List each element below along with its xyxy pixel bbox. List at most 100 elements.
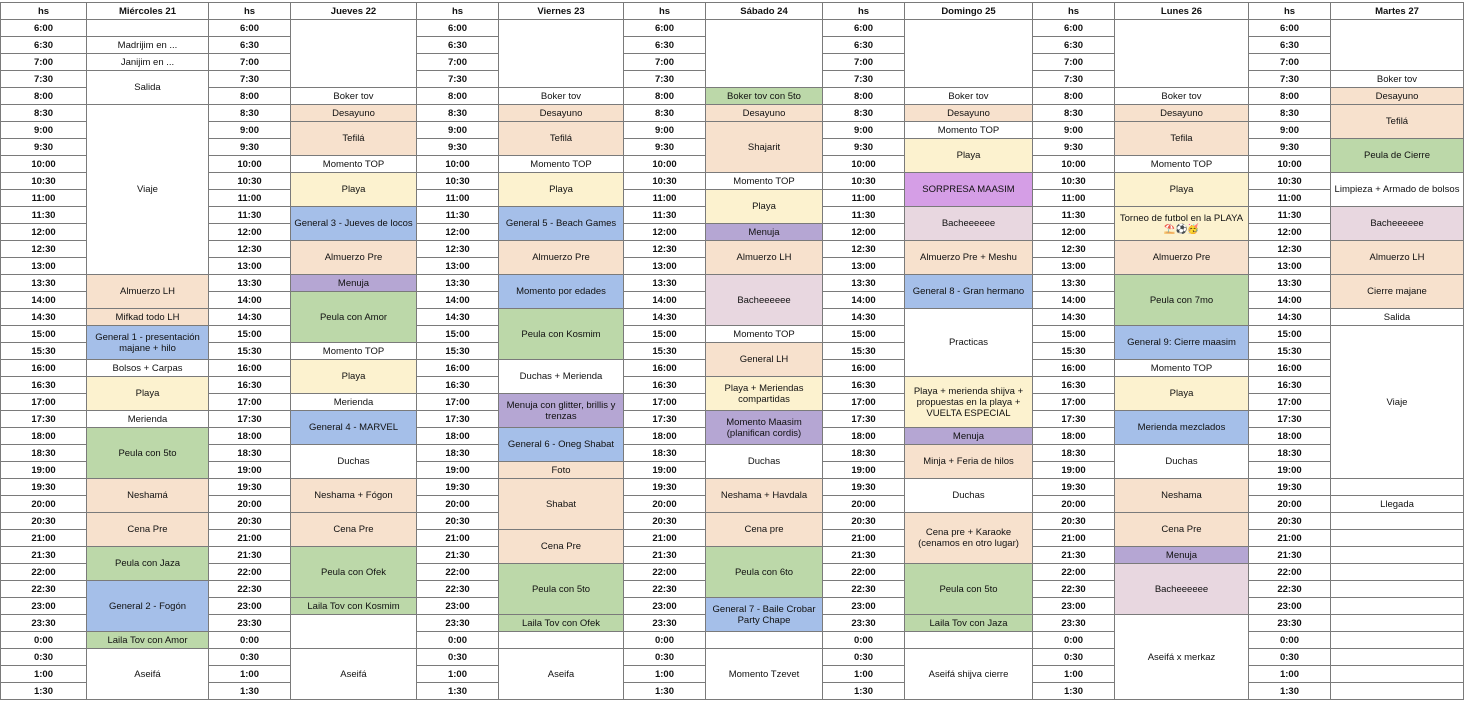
time-cell: 23:30 [822, 614, 905, 632]
time-cell: 21:30 [416, 546, 499, 564]
time-cell: 7:00 [1032, 53, 1115, 71]
empty-cell [498, 631, 624, 649]
time-cell: 19:30 [416, 478, 499, 496]
time-cell: 17:00 [623, 393, 706, 411]
time-cell: 20:00 [1032, 495, 1115, 513]
activity-cell: Torneo de futbol en la PLAYA⛱️⚽🥳 [1114, 206, 1249, 241]
activity-cell: General 2 - Fogón [86, 580, 209, 632]
time-cell: 21:00 [1248, 529, 1331, 547]
schedule-table: hs Miércoles 21 hs Jueves 22 hs Viernes 23 hs S… [0, 2, 1464, 700]
time-cell: 14:00 [1248, 291, 1331, 309]
time-cell: 22:30 [1248, 580, 1331, 598]
activity-cell: Merienda mezclados [1114, 410, 1249, 445]
activity-cell: Playa [290, 172, 417, 207]
time-cell: 23:00 [623, 597, 706, 615]
activity-cell: Desayuno [1114, 104, 1249, 122]
time-cell: 20:00 [1248, 495, 1331, 513]
activity-cell: General 1 - presentación majane + hilo [86, 325, 209, 360]
activity-cell: General 5 - Beach Games [498, 206, 624, 241]
time-slot-row: 8:30 Viaje 8:30 Desayuno 8:30 Desayuno 8:30 Des… [0, 104, 1464, 275]
time-cell: 19:00 [1032, 461, 1115, 479]
hour-column-header: hs [0, 2, 87, 20]
time-cell: 10:00 [0, 155, 87, 173]
time-cell: 14:00 [623, 291, 706, 309]
time-cell: 16:30 [208, 376, 291, 394]
time-slot-row: 17:30 Merienda 17:30 General 4 - MARVEL 17:3… [0, 410, 1464, 445]
time-cell: 23:30 [208, 614, 291, 632]
time-cell: 12:30 [416, 240, 499, 258]
time-cell: 7:30 [208, 70, 291, 88]
time-cell: 19:30 [208, 478, 291, 496]
time-cell: 13:00 [208, 257, 291, 275]
time-slot-row: 18:30 18:30 Duchas 18:30 18:30 Duchas 18:30 Min… [0, 444, 1464, 479]
empty-cell [705, 631, 823, 649]
time-cell: 17:30 [0, 410, 87, 428]
time-cell: 15:00 [416, 325, 499, 343]
time-slot-row: 10:30 10:30 Playa 10:30 Playa 10:30 Momento TO… [0, 172, 1464, 207]
activity-cell: Llegada [1330, 495, 1464, 513]
activity-cell: Momento por edades [498, 274, 624, 309]
time-cell: 13:00 [1248, 257, 1331, 275]
time-cell: 7:30 [0, 70, 87, 88]
time-cell: 1:30 [822, 682, 905, 700]
hour-column-header: hs [416, 2, 499, 20]
activity-cell: Tefilá [290, 121, 417, 156]
activity-cell: Momento Maasim (planifican cordis) [705, 410, 823, 445]
activity-cell: General LH [705, 342, 823, 377]
time-slot-row: 15:00 General 1 - presentación majane + h… [0, 325, 1464, 479]
activity-cell: Almuerzo LH [705, 240, 823, 275]
empty-cell [1330, 665, 1464, 683]
time-cell: 20:30 [1248, 512, 1331, 530]
time-cell: 19:30 [822, 478, 905, 496]
time-cell: 9:30 [623, 138, 706, 156]
time-cell: 0:00 [822, 631, 905, 649]
time-cell: 16:00 [1032, 359, 1115, 377]
time-cell: 8:00 [1032, 87, 1115, 105]
time-cell: 10:30 [822, 172, 905, 190]
activity-cell: Peula con Amor [290, 291, 417, 343]
empty-cell [1330, 19, 1464, 71]
time-cell: 12:30 [623, 240, 706, 258]
time-cell: 7:00 [822, 53, 905, 71]
time-cell: 9:30 [0, 138, 87, 156]
activity-cell: Duchas [1114, 444, 1249, 479]
time-cell: 15:30 [623, 342, 706, 360]
time-cell: 16:30 [822, 376, 905, 394]
time-cell: 14:00 [1032, 291, 1115, 309]
activity-cell: Boker tov [498, 87, 624, 105]
time-cell: 7:00 [623, 53, 706, 71]
time-cell: 17:30 [623, 410, 706, 428]
time-cell: 8:30 [1032, 104, 1115, 122]
activity-cell: Bacheeeeee [1330, 206, 1464, 241]
activity-cell: Almuerzo LH [86, 274, 209, 309]
time-cell: 20:30 [416, 512, 499, 530]
activity-cell: Shajarit [705, 121, 823, 173]
time-cell: 12:00 [623, 223, 706, 241]
activity-cell: Menuja [904, 427, 1033, 445]
time-cell: 21:30 [623, 546, 706, 564]
activity-cell: Almuerzo Pre [290, 240, 417, 275]
time-slot-row: 12:30 12:30 Almuerzo Pre 12:30 Almuerzo Pre 1… [0, 240, 1464, 275]
time-cell: 22:30 [0, 580, 87, 598]
time-cell: 15:30 [416, 342, 499, 360]
time-cell: 22:00 [1248, 563, 1331, 581]
activity-cell: Tefilá [498, 121, 624, 156]
time-cell: 11:00 [416, 189, 499, 207]
activity-cell: Playa + merienda shijva + propuestas en … [904, 376, 1033, 428]
time-cell: 9:00 [1032, 121, 1115, 139]
activity-cell: Desayuno [1330, 87, 1464, 105]
time-cell: 22:00 [1032, 563, 1115, 581]
time-cell: 7:30 [416, 70, 499, 88]
time-cell: 18:00 [1032, 427, 1115, 445]
activity-cell: Cena Pre [1114, 512, 1249, 547]
time-cell: 19:00 [0, 461, 87, 479]
time-cell: 19:00 [208, 461, 291, 479]
time-cell: 22:00 [822, 563, 905, 581]
activity-cell: Neshama + Fógon [290, 478, 417, 513]
time-cell: 15:00 [208, 325, 291, 343]
time-cell: 15:30 [1248, 342, 1331, 360]
time-cell: 8:30 [416, 104, 499, 122]
activity-cell: Playa [1114, 376, 1249, 411]
day-column-header: Lunes 26 [1114, 2, 1249, 20]
time-cell: 1:00 [1248, 665, 1331, 683]
